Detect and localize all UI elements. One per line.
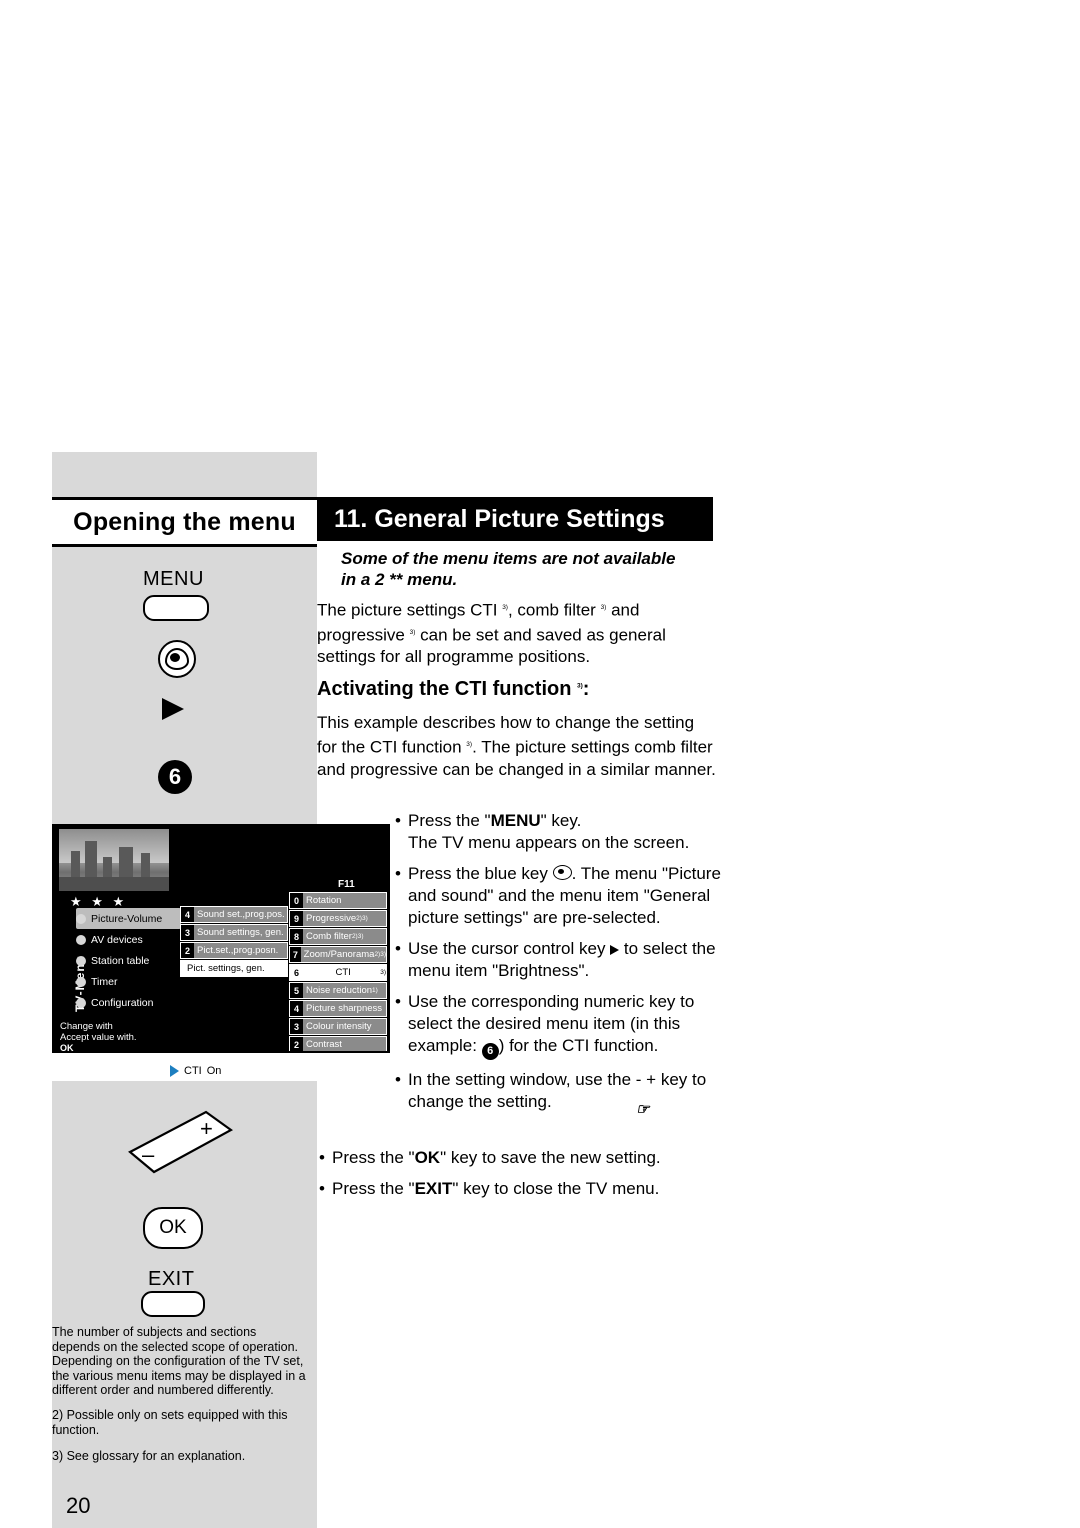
- tv-option-cti[interactable]: 6 CTI 3): [289, 964, 387, 981]
- tv-option-picture-sharpness[interactable]: 4 Picture sharpness: [289, 1000, 387, 1017]
- hint-accept-value: Accept value with.: [60, 1032, 137, 1043]
- cursor-right-icon: [162, 698, 184, 720]
- tv-option-comb-filter[interactable]: 8 Comb filter 2)3): [289, 928, 387, 945]
- f11-badge: F11: [334, 878, 359, 891]
- blue-key-eye-pupil: [170, 653, 180, 662]
- step-cursor-select: Use the cursor control key to select the…: [393, 938, 723, 982]
- tv-menu-screenshot: ★ ★ ★ TV-Menu Picture-Volume AV devices …: [52, 824, 390, 1081]
- step-press-menu: Press the "MENU" key.The TV menu appears…: [393, 810, 723, 854]
- step-press-ok: Press the "OK" key to save the new setti…: [317, 1147, 717, 1169]
- svg-text:+: +: [200, 1116, 213, 1141]
- svg-text:–: –: [142, 1142, 155, 1167]
- tv-option-rotation[interactable]: 0 Rotation: [289, 892, 387, 909]
- step-setting-window: In the setting window, use the - + key t…: [393, 1069, 723, 1113]
- steps-list-outdented: Press the "OK" key to save the new setti…: [317, 1147, 717, 1209]
- section-heading: Activating the CTI function 3):: [317, 678, 590, 700]
- tv-preview-image: [59, 829, 169, 891]
- tv-submenu-sound-general[interactable]: 3 Sound settings, gen.: [180, 924, 288, 941]
- tv-submenu-sound-prog-pos[interactable]: 4 Sound set.,prog.pos.: [180, 906, 288, 923]
- exit-key-label: EXIT: [148, 1268, 195, 1290]
- header-right: 11. General Picture Settings: [317, 497, 713, 541]
- step-word-exit: EXIT: [414, 1179, 453, 1198]
- tv-option-progressive[interactable]: 9 Progressive 2)3): [289, 910, 387, 927]
- tv-option-noise-reduction[interactable]: 5 Noise reduction 1): [289, 982, 387, 999]
- header-left: Opening the menu: [52, 497, 317, 547]
- tv-option-zoom-panorama[interactable]: 7 Zoom/Panorama 2)3): [289, 946, 387, 963]
- tv-menu-middle-list: 4 Sound set.,prog.pos. 3 Sound settings, g…: [180, 906, 288, 978]
- availability-note-line1: Some of the menu items are not available: [341, 549, 676, 568]
- bullet-dot-icon: [76, 913, 86, 924]
- status-setting-value: On: [206, 1065, 222, 1077]
- tv-menu-item-av-devices[interactable]: AV devices: [76, 929, 181, 950]
- ok-key-button: OK: [143, 1207, 203, 1249]
- bullet-dot-icon: [76, 934, 86, 945]
- exit-key-button: [141, 1291, 205, 1317]
- tv-menu-left-list: Picture-Volume AV devices Station table …: [76, 908, 181, 1013]
- footnote-3: 3) See glossary for an explanation.: [52, 1449, 246, 1463]
- header-left-title: Opening the menu: [73, 507, 296, 536]
- page-number: 20: [66, 1493, 91, 1518]
- tv-menu-item-picture-volume[interactable]: Picture-Volume: [76, 908, 181, 929]
- intro-paragraph: The picture settings CTI 3), comb filter…: [317, 600, 666, 667]
- bullet-dot-icon: [76, 997, 86, 1008]
- tv-option-colour-intensity[interactable]: 3 Colour intensity: [289, 1018, 387, 1035]
- tv-menu-item-timer[interactable]: Timer: [76, 971, 181, 992]
- hint-change-with: Change with: [60, 1021, 113, 1032]
- plus-minus-rocker-icon: + –: [128, 1110, 233, 1176]
- play-triangle-icon: [170, 1065, 179, 1077]
- step-press-blue: Press the blue key . The menu "Picture a…: [393, 863, 723, 929]
- cursor-right-inline-icon: [610, 944, 620, 955]
- bullet-dot-icon: [76, 976, 86, 987]
- footnote-2: 2) Possible only on sets equipped with t…: [52, 1408, 288, 1437]
- menu-key-label: MENU: [143, 568, 204, 590]
- numeric-key-6-inline-icon: 6: [481, 1042, 499, 1060]
- tv-submenu-picture-settings-general[interactable]: Pict. settings, gen.: [180, 960, 288, 977]
- status-setting-name: CTI: [184, 1065, 202, 1077]
- step-word-ok: OK: [414, 1148, 441, 1167]
- tv-menu-item-station-table[interactable]: Station table: [76, 950, 181, 971]
- tv-submenu-picture-prog-posn[interactable]: 2 Pict.set.,prog.posn.: [180, 942, 288, 959]
- bullet-dot-icon: [76, 955, 86, 966]
- section-paragraph: This example describes how to change the…: [317, 713, 716, 779]
- numeric-key-6-icon: 6: [158, 760, 192, 794]
- step-press-exit: Press the "EXIT" key to close the TV men…: [317, 1178, 717, 1200]
- menu-key-button: [143, 595, 209, 621]
- tv-status-bar: CTI On: [52, 1051, 390, 1081]
- blue-key-inline-icon: [552, 865, 572, 880]
- footnote-block: The number of subjects and sections depe…: [52, 1325, 306, 1397]
- tv-menu-item-configuration[interactable]: Configuration: [76, 992, 181, 1013]
- availability-note: ☞ Some of the menu items are not availab…: [317, 548, 717, 1118]
- header-right-title: 11. General Picture Settings: [334, 504, 665, 533]
- step-word-menu: MENU: [490, 811, 541, 830]
- availability-note-line2: in a 2 ** menu.: [341, 570, 458, 589]
- step-numeric-key: Use the corresponding numeric key to sel…: [393, 991, 723, 1060]
- tv-menu-right-list: 0 Rotation 9 Progressive 2)3) 8 Comb filter 2…: [289, 892, 387, 1072]
- manual-page: Opening the menu 11. General Picture Set…: [0, 0, 1080, 1528]
- step-word-plus: +: [646, 1069, 657, 1089]
- steps-list-indented: Press the "MENU" key.The TV menu appears…: [393, 810, 723, 1122]
- step-word-minus: -: [635, 1069, 642, 1089]
